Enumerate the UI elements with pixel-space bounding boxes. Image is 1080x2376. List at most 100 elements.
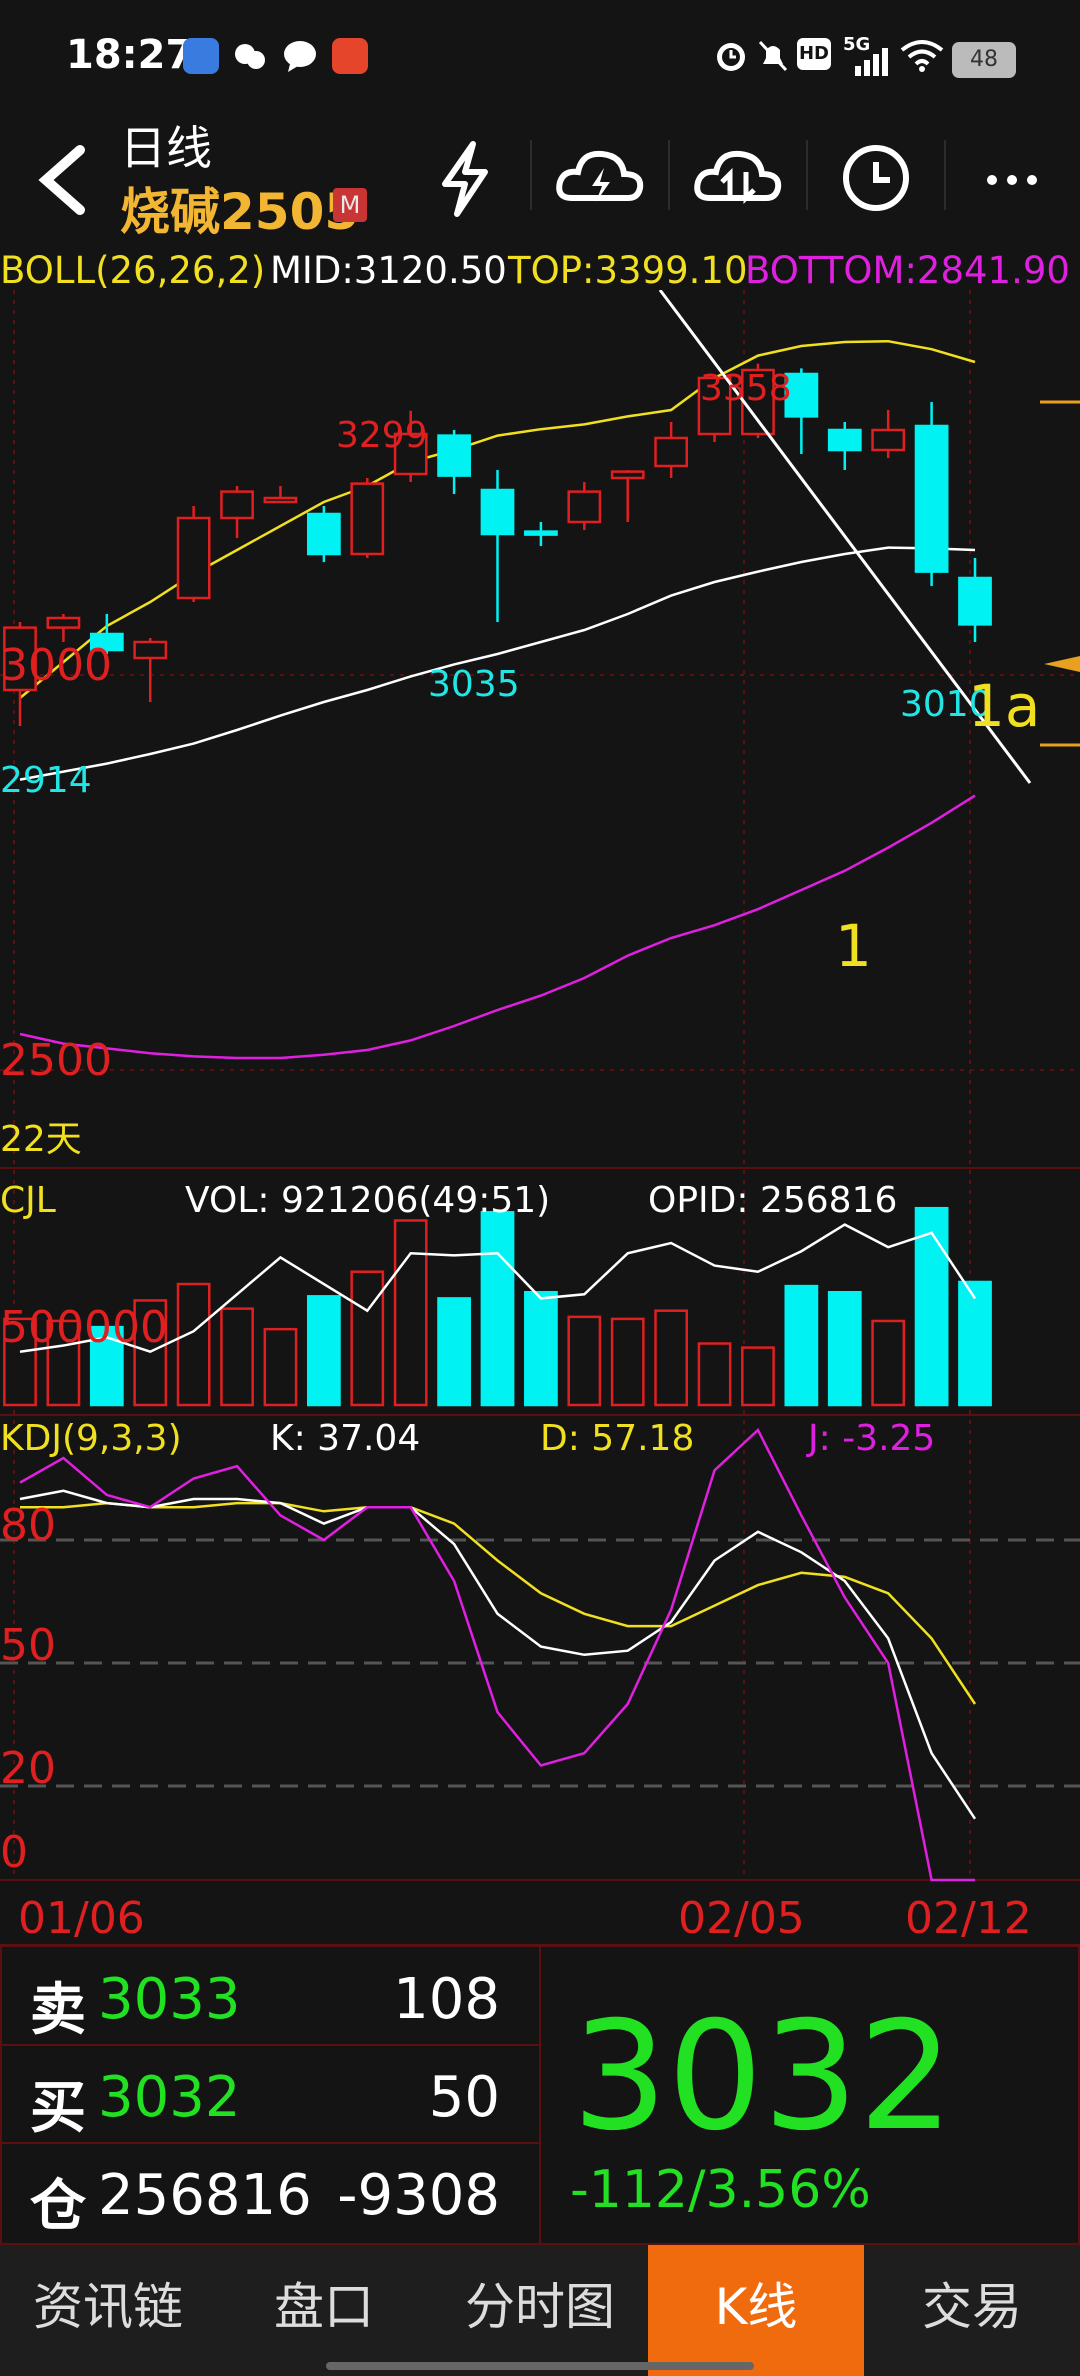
volume-bar [220,1307,254,1407]
volume-bar [741,1346,775,1407]
bid-row[interactable]: 买 3032 50 [0,2043,540,2141]
volume-bar [871,1319,906,1407]
last-price: 3032 [572,1990,954,2164]
more-button[interactable] [962,128,1062,228]
candle-body [350,482,385,556]
ask-row[interactable]: 卖 3033 108 [0,1945,540,2043]
toolbar-divider [944,140,946,210]
volume-bar [524,1291,558,1407]
wifi-icon [900,38,944,76]
boll-mid: MID:3120.50 [270,249,507,292]
battery-icon: 48 [952,42,1016,78]
symbol-title[interactable]: 烧碱2505 [120,172,359,244]
kdj-level-label: 50 [0,1620,56,1671]
mute-icon [754,36,792,78]
days-label: 22天 [0,1119,82,1160]
toolbar-divider [806,140,808,210]
wave-label: 1a [968,672,1041,740]
kdj-level-label: 20 [0,1743,56,1794]
wechat-icon [232,38,268,74]
kline-chart[interactable] [0,290,1080,1945]
opid-value: OPID: 256816 [648,1180,898,1221]
boll-bottom: BOTTOM:2841.90 [745,249,1070,292]
date-label: 02/05 [678,1893,805,1944]
open-interest: 256816 [98,2163,312,2228]
toolbar-divider [668,140,670,210]
volume-bar [306,1295,341,1407]
boll-bottom-line [19,794,976,1060]
period-label: 日线 [120,121,212,175]
volume-bar [827,1291,862,1407]
tab-orderbook[interactable]: 盘口 [216,2245,432,2376]
candle-body [263,496,298,504]
volume-bar [393,1219,428,1407]
cjl-name: CJL [0,1180,56,1221]
cloud-lightning-icon [556,150,644,202]
candle-body [133,640,168,660]
tab-kline[interactable]: K线 [648,2245,864,2376]
current-price-arrow-icon [1044,656,1080,672]
kdj-d: D: 57.18 [540,1418,695,1459]
status-time: 18:27 [66,32,194,78]
candle-body [46,616,81,629]
candle-body [480,488,515,536]
bottom-tab-bar: 资讯链 盘口 分时图 K线 交易 [0,2245,1080,2376]
boll-top: TOP:3399.10 [508,249,748,292]
volume-bar [176,1282,211,1407]
clock-button[interactable] [826,128,926,228]
vol-y-label: 500000 [0,1302,168,1353]
high-label: 3299 [336,415,428,456]
home-indicator[interactable] [326,2362,754,2370]
cloud-lightning-button[interactable] [550,128,650,228]
high-label: 3358 [700,368,792,409]
shopping-app-icon [332,38,368,74]
volume-bar [350,1270,385,1407]
kdj-j: J: -3.25 [808,1418,936,1459]
ask-price: 3033 [98,1967,241,2032]
tab-trade[interactable]: 交易 [864,2245,1080,2376]
candle-body [306,512,341,556]
y-label-2500: 2500 [0,1035,112,1086]
kdj-lines [0,1427,1080,1882]
tab-news[interactable]: 资讯链 [0,2245,216,2376]
back-button[interactable] [20,128,110,228]
kdj-name: KDJ(9,3,3) [0,1418,182,1459]
candle-body [958,576,992,626]
bid-label: 买 [30,2076,86,2141]
low-label: 3035 [428,664,520,705]
message-icon [282,38,318,74]
volume-bar [610,1317,645,1407]
candle-body [176,516,211,600]
tab-intraday[interactable]: 分时图 [432,2245,648,2376]
candle-body [654,436,689,468]
boll-name: BOLL(26,26,2) [0,249,266,292]
candle-body [871,428,906,452]
kdj-d-line [20,1501,977,1705]
more-icon [987,175,1037,185]
volume-bar [784,1284,819,1407]
y-label-3000: 3000 [0,640,112,691]
lightning-icon [442,141,488,217]
oi-label: 仓 [30,2174,86,2239]
candle-body [220,490,254,520]
bid-volume: 50 [428,2065,500,2130]
cloud-sync-button[interactable] [688,128,788,228]
ask-label: 卖 [30,1978,86,2043]
kdj-level-label: 80 [0,1500,56,1551]
oi-change: -9308 [337,2163,500,2228]
ask-volume: 108 [393,1967,500,2032]
vol-value: VOL: 921206(49:51) [185,1180,551,1221]
volume-bar [958,1280,992,1407]
clock-icon [843,145,909,211]
volume-bar [654,1309,689,1407]
volume-bar [263,1327,298,1407]
oi-row[interactable]: 仓 256816 -9308 [0,2141,540,2239]
candle-body [827,428,862,452]
alarm-icon [712,36,750,78]
wave-label: 1 [835,912,872,980]
lightning-button[interactable] [415,128,515,228]
kdj-k-line [19,1489,977,1820]
date-label: 01/06 [18,1893,145,1944]
main-contract-badge: M [333,188,367,222]
candle-body [437,434,471,477]
